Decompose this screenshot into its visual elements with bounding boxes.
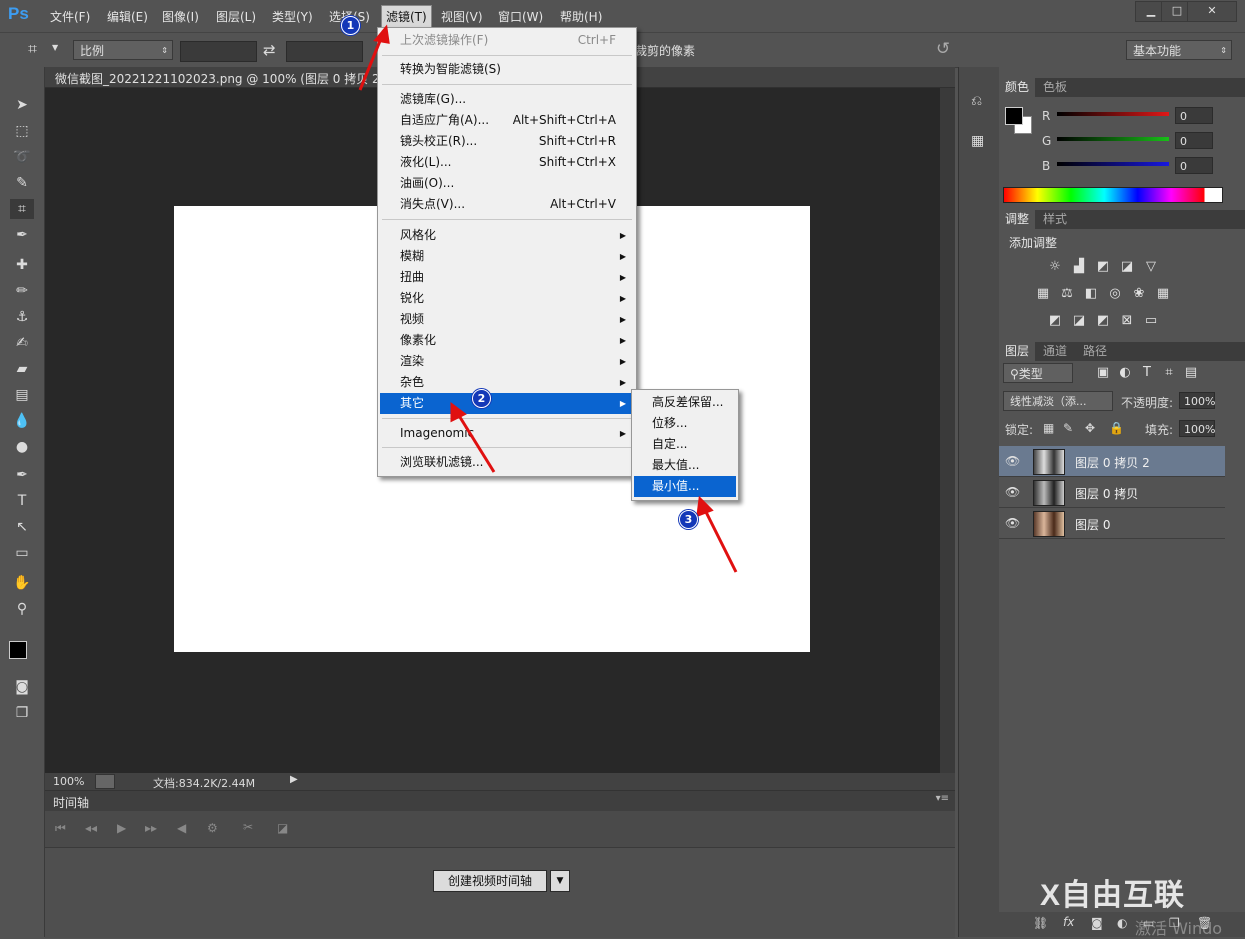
step-badge: 3 xyxy=(679,510,698,529)
arrow-step2-head xyxy=(450,402,467,423)
color-foreground-swatch[interactable] xyxy=(1005,107,1023,125)
arrow-step3 xyxy=(702,507,738,573)
step-badge: 1 xyxy=(341,16,360,35)
arrow-step1-head xyxy=(373,24,390,44)
arrow-step3-head xyxy=(696,495,714,518)
arrow-step1 xyxy=(358,35,384,91)
watermark-activation-text: 激活 Windo xyxy=(1135,919,1223,938)
step-badge: 2 xyxy=(472,389,491,408)
arrow-step2 xyxy=(456,413,496,473)
annotation-arrows xyxy=(358,24,738,573)
watermark-logo: X自由互联 xyxy=(1040,879,1186,912)
